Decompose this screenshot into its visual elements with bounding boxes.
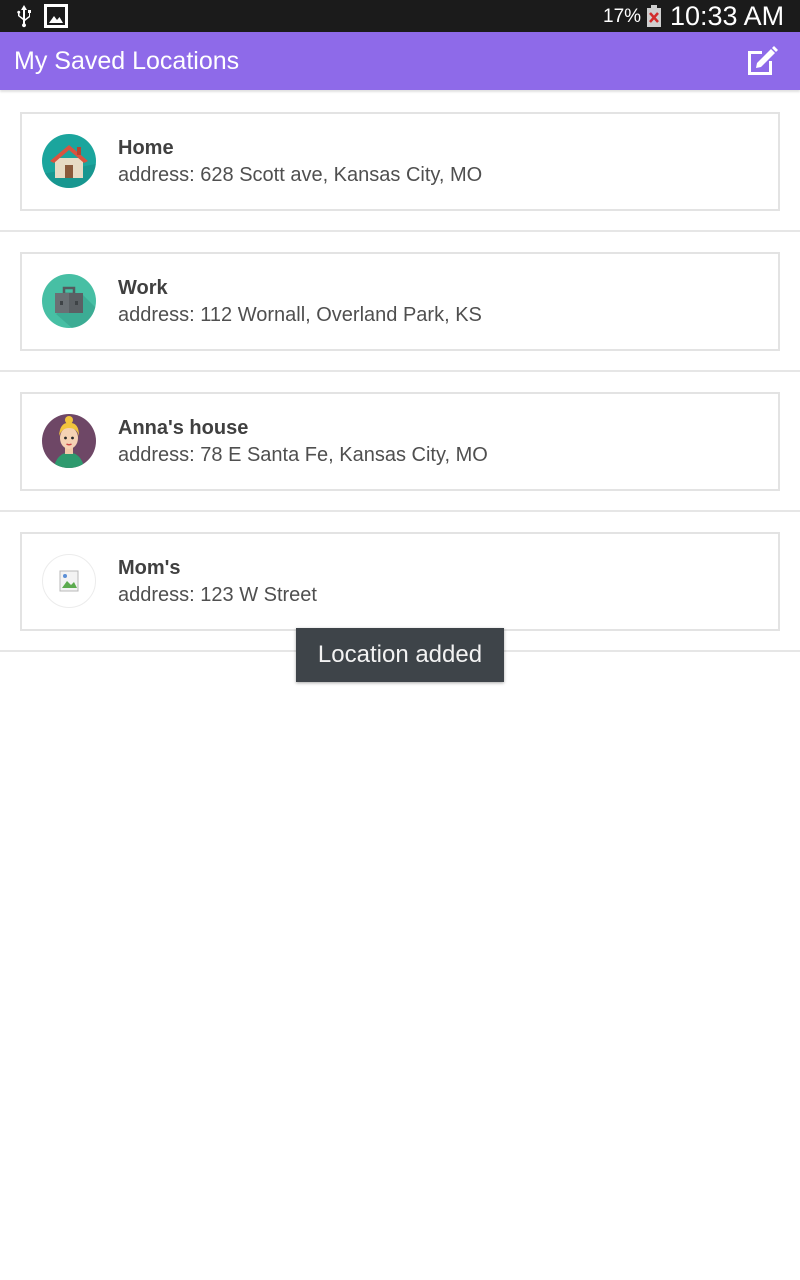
location-name: Anna's house — [118, 417, 249, 439]
location-name: Mom's — [118, 557, 181, 579]
page-title: My Saved Locations — [14, 47, 240, 75]
toast-message: Location added — [296, 628, 504, 682]
app-bar: My Saved Locations — [0, 32, 800, 90]
location-address: address: 78 E Santa Fe, Kansas City, MO — [118, 444, 488, 466]
edit-icon — [748, 46, 778, 75]
usb-icon — [17, 5, 31, 28]
location-address: address: 123 W Street — [118, 584, 317, 606]
location-card[interactable]: Mom's address: 123 W Street — [20, 532, 780, 631]
gallery-icon — [44, 4, 68, 28]
location-address: address: 628 Scott ave, Kansas City, MO — [118, 164, 483, 186]
edit-button[interactable] — [738, 38, 786, 84]
locations-list: Home address: 628 Scott ave, Kansas City… — [0, 92, 800, 652]
person-avatar-icon — [42, 414, 96, 468]
briefcase-icon — [42, 274, 96, 328]
home-icon — [42, 134, 96, 188]
location-card[interactable]: Work address: 112 Wornall, Overland Park… — [20, 252, 780, 351]
status-bar: 17% 10:33 AM — [0, 0, 800, 32]
list-item[interactable]: Home address: 628 Scott ave, Kansas City… — [0, 92, 800, 232]
location-card[interactable]: Anna's house address: 78 E Santa Fe, Kan… — [20, 392, 780, 491]
list-item[interactable]: Work address: 112 Wornall, Overland Park… — [0, 232, 800, 372]
battery-percent: 17% — [603, 6, 642, 27]
list-item[interactable]: Anna's house address: 78 E Santa Fe, Kan… — [0, 372, 800, 512]
location-name: Home — [118, 137, 174, 159]
location-address: address: 112 Wornall, Overland Park, KS — [118, 304, 482, 326]
broken-image-icon — [42, 554, 96, 608]
location-card[interactable]: Home address: 628 Scott ave, Kansas City… — [20, 112, 780, 211]
location-name: Work — [118, 277, 168, 299]
clock: 10:33 AM — [670, 1, 785, 31]
battery-alert-icon — [647, 5, 661, 27]
